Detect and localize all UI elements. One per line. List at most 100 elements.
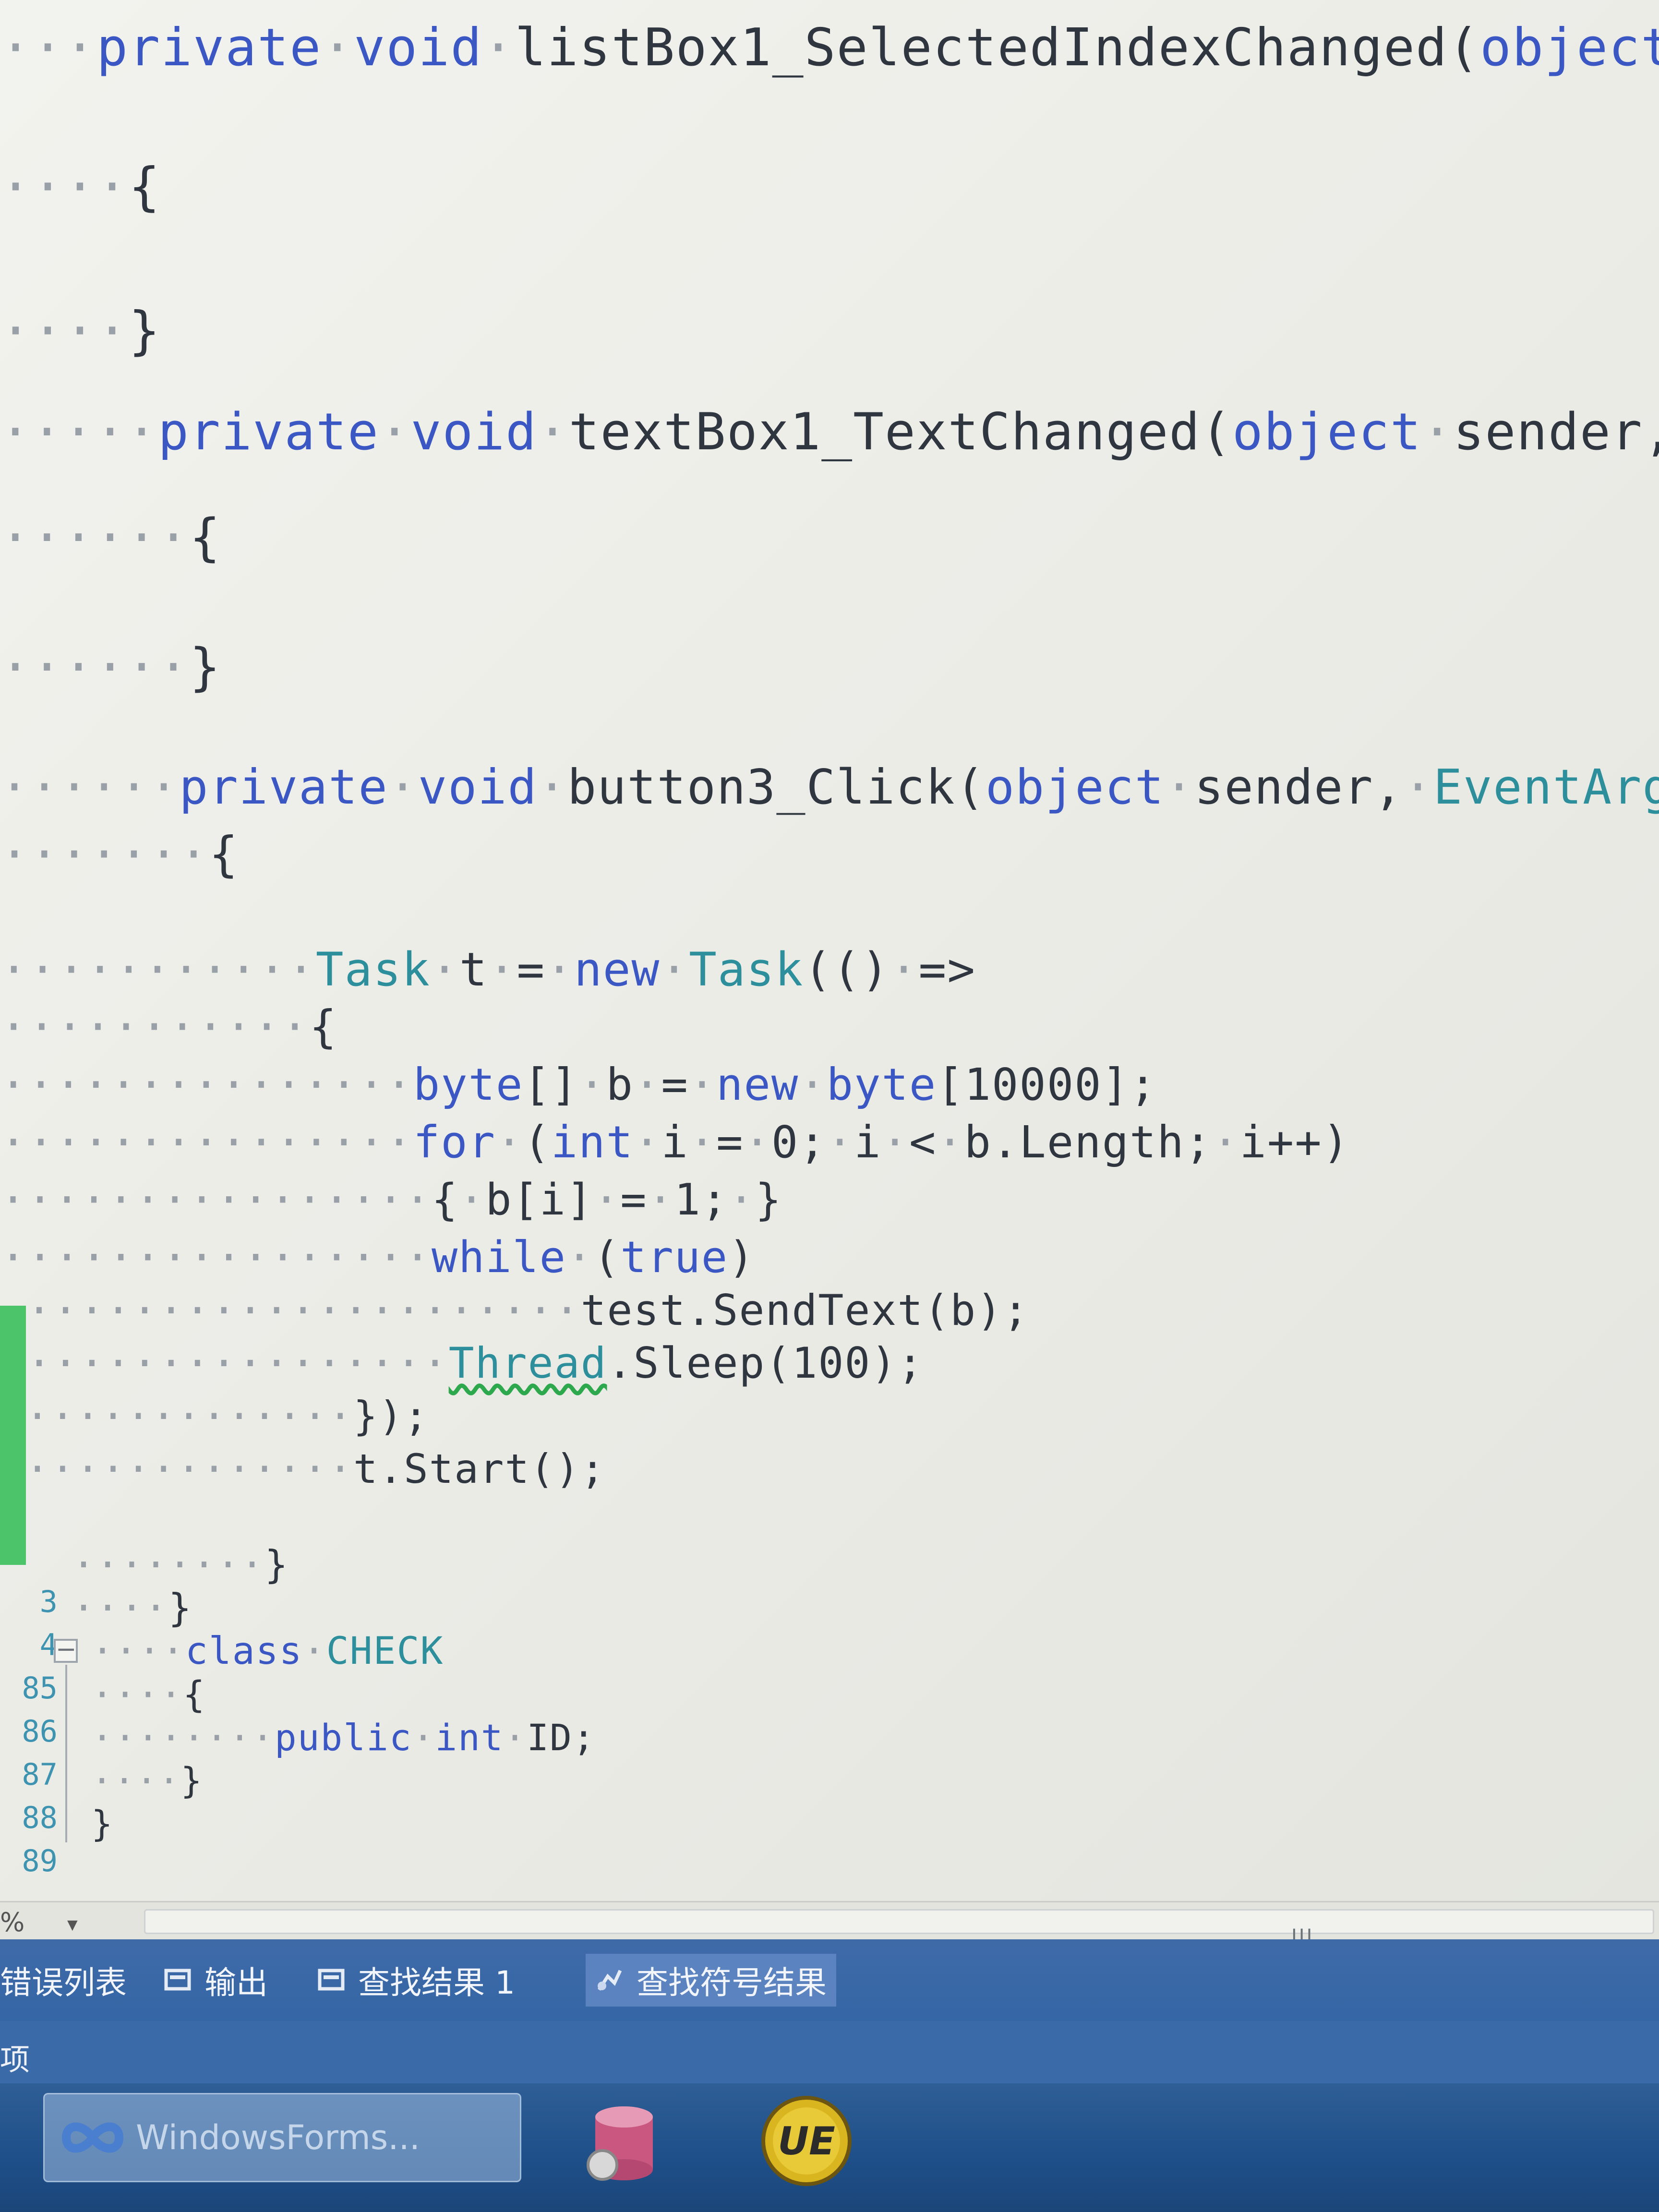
whitespace-marker: ·	[458, 1175, 486, 1225]
code-token: new	[716, 1059, 799, 1110]
code-line[interactable]: ···············byte[]·b·=·new·byte[10000…	[0, 1056, 1157, 1114]
code-token: =	[661, 1059, 689, 1110]
code-line[interactable]: ················while·(true)	[0, 1229, 755, 1286]
horizontal-scrollbar[interactable]	[144, 1909, 1654, 1934]
code-token: sender,	[1453, 402, 1659, 461]
code-token: )	[728, 1232, 756, 1283]
whitespace-marker: ·	[1212, 1117, 1240, 1168]
code-line[interactable]: ·················Thread.Sleep(100);	[0, 1334, 924, 1392]
sql-server-icon[interactable]	[576, 2093, 662, 2189]
code-line[interactable]: ·····private·void·textBox1_TextChanged(o…	[0, 403, 1659, 461]
code-token: =	[620, 1175, 648, 1225]
code-token: []	[523, 1059, 579, 1110]
code-token: }	[264, 1542, 289, 1587]
whitespace-marker: ·	[504, 1716, 527, 1759]
code-token: int	[551, 1117, 634, 1168]
whitespace-marker: ·	[937, 1117, 964, 1168]
tab-error-list[interactable]: 错误列表	[0, 1954, 127, 2007]
code-token: b[i]	[485, 1175, 594, 1225]
code-token: public	[275, 1716, 412, 1759]
code-token: b.Length;	[964, 1117, 1213, 1168]
ultraedit-icon[interactable]: UE	[758, 2093, 854, 2189]
code-line[interactable]: ···private·void·listBox1_SelectedIndexCh…	[0, 19, 1659, 77]
windows-taskbar: WindowsForms... UE	[0, 2083, 1659, 2212]
code-token: i	[661, 1117, 689, 1168]
code-line[interactable]: ··············});	[0, 1387, 429, 1445]
code-line[interactable]: ···············for·(int·i·=·0;·i·<·b.Len…	[0, 1114, 1350, 1171]
whitespace-marker: ·······	[0, 826, 209, 882]
code-line[interactable]: ·······{	[0, 826, 239, 883]
change-tracking-bar	[0, 1306, 26, 1565]
code-token: {	[189, 508, 221, 567]
ultraedit-label: UE	[778, 2119, 835, 2164]
code-line[interactable]: ······{	[0, 509, 221, 566]
tab-label: 查找符号结果	[637, 1964, 827, 2001]
whitespace-marker: ·	[633, 1059, 661, 1110]
outline-guide-line	[65, 1665, 67, 1842]
taskbar-item-visual-studio[interactable]: WindowsForms...	[43, 2093, 521, 2182]
code-line[interactable]: ················{·b[i]·=·1;·}	[0, 1171, 782, 1229]
code-editor[interactable]: ···private·void·listBox1_SelectedIndexCh…	[0, 0, 1659, 1901]
whitespace-marker: ····	[0, 157, 129, 217]
code-token: <	[909, 1117, 937, 1168]
code-line[interactable]: ····{	[0, 158, 161, 216]
code-token: .Sleep(100);	[607, 1338, 924, 1388]
code-token: button3_Click(	[567, 759, 986, 815]
code-token: object	[985, 759, 1165, 815]
code-token: private	[96, 18, 322, 78]
tab-find-symbol[interactable]: 查找符号结果	[586, 1954, 836, 2007]
line-number: 89	[22, 1843, 58, 1878]
code-line[interactable]: ······private·void·button3_Click(object·…	[0, 758, 1659, 816]
editor-bottom-bar: % ▼ III	[0, 1901, 1659, 1948]
code-token: new	[574, 943, 661, 997]
code-token: while	[431, 1232, 566, 1283]
whitespace-marker: ·	[744, 1117, 771, 1168]
tab-output[interactable]: 输出	[163, 1954, 268, 2007]
whitespace-marker: ·	[633, 1117, 661, 1168]
code-token: void	[410, 402, 537, 461]
whitespace-marker: ·	[688, 1117, 717, 1168]
output-icon	[164, 1969, 191, 1991]
code-token: for	[413, 1117, 496, 1168]
whitespace-marker: ······	[0, 637, 190, 697]
code-line[interactable]: ······}	[0, 638, 221, 696]
code-token: {	[309, 1001, 338, 1053]
code-line[interactable]: ······················test.SendText(b);	[0, 1282, 1029, 1339]
code-token: }	[189, 637, 221, 697]
whitespace-marker: ·	[322, 18, 354, 78]
whitespace-marker: ·	[1403, 759, 1433, 815]
code-line[interactable]: ···········{	[0, 998, 337, 1056]
code-token: textBox1_TextChanged(	[568, 402, 1232, 461]
whitespace-marker: ·	[728, 1175, 756, 1225]
code-token: });	[353, 1393, 429, 1440]
whitespace-marker: ·	[537, 759, 567, 815]
code-line[interactable]: }	[91, 1795, 114, 1853]
whitespace-marker: ·	[890, 943, 919, 997]
zoom-level-label[interactable]: %	[0, 1907, 24, 1937]
code-token: t	[459, 943, 488, 997]
code-line[interactable]: ··············t.Start();	[0, 1440, 606, 1498]
whitespace-marker: ······	[0, 508, 190, 567]
line-number-gutter: 3 4 85 86 87 88 89	[0, 1565, 72, 1901]
tab-find-results[interactable]: 查找结果 1	[317, 1954, 515, 2007]
line-number: 86	[22, 1714, 58, 1749]
line-number: 3	[39, 1584, 58, 1619]
code-token: Task	[315, 943, 431, 997]
collapse-region-toggle[interactable]: −	[54, 1637, 78, 1663]
code-token: Thread	[448, 1338, 607, 1388]
zoom-dropdown-caret[interactable]: ▼	[67, 1915, 78, 1935]
whitespace-marker: ·	[488, 943, 517, 997]
code-line[interactable]: ····}	[0, 302, 161, 360]
code-token: object	[1232, 402, 1422, 461]
code-token: 1;	[674, 1175, 729, 1225]
tool-window-tabs: 错误列表 输出 查找结果 1 查找符号结果	[0, 1939, 1659, 2021]
code-line[interactable]: ···········Task·t·=·new·Task(()·=>	[0, 941, 976, 998]
code-token: }	[755, 1175, 782, 1225]
whitespace-marker: ·	[430, 943, 459, 997]
code-token: t.Start();	[353, 1445, 606, 1492]
code-token: =>	[918, 943, 976, 997]
whitespace-marker: ·	[412, 1716, 435, 1759]
code-token: byte	[826, 1059, 937, 1110]
code-token: private	[158, 402, 379, 461]
code-token: =	[716, 1117, 744, 1168]
